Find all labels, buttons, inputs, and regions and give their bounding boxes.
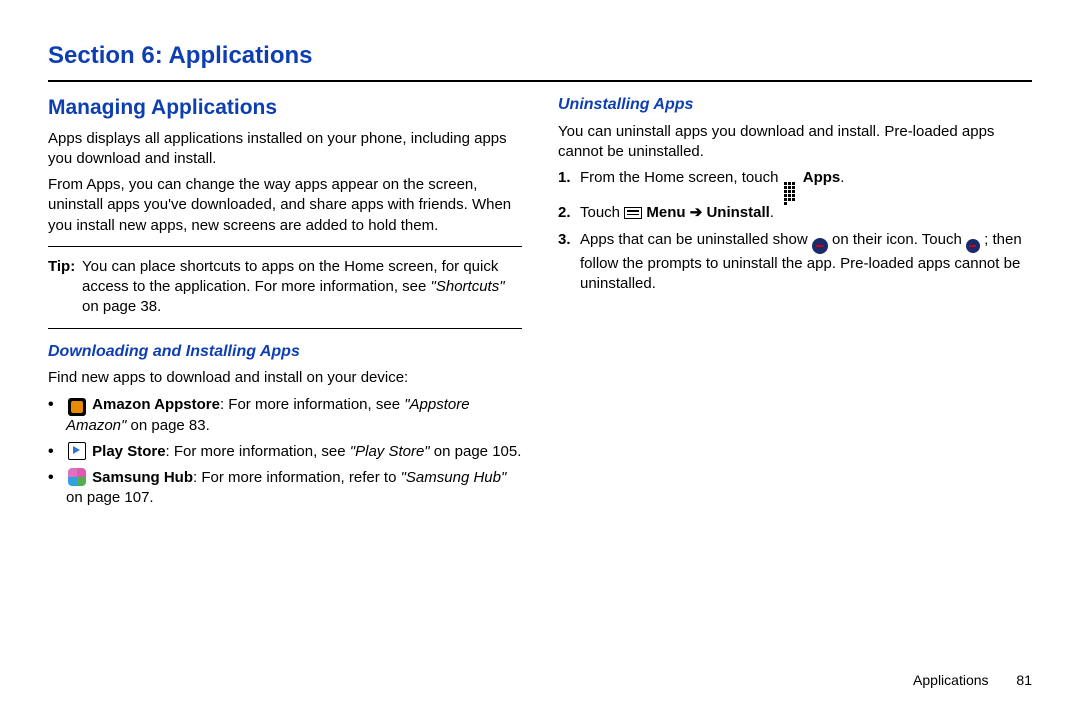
hub-text-a: : For more information, refer to (193, 469, 401, 486)
managing-apps-para-2: From Apps, you can change the way apps a… (48, 175, 522, 236)
tip-block: Tip: You can place shortcuts to apps on … (48, 257, 522, 318)
play-store-icon (68, 442, 86, 460)
section-title: Section 6: Applications (48, 40, 1032, 72)
divider-tip-top (48, 246, 522, 247)
play-ref: "Play Store" (350, 443, 430, 460)
step1-text-a: From the Home screen, touch (580, 169, 783, 186)
uninstall-badge-icon (812, 238, 828, 254)
managing-apps-para-1: Apps displays all applications installed… (48, 129, 522, 170)
divider-top (48, 80, 1032, 82)
app-stores-list: • Amazon Appstore: For more information,… (48, 395, 522, 509)
play-store-name: Play Store (92, 443, 165, 460)
step3-text-b: on their icon. Touch (832, 231, 966, 248)
apps-grid-icon (783, 181, 799, 197)
content-columns: Managing Applications Apps displays all … (48, 92, 1032, 514)
left-column: Managing Applications Apps displays all … (48, 92, 522, 514)
step2-text-a: Touch (580, 204, 624, 221)
step3-text-a: Apps that can be uninstalled show (580, 231, 812, 248)
amazon-text-b: on page 83. (126, 417, 209, 434)
amazon-appstore-name: Amazon Appstore (92, 396, 220, 413)
play-text-a: : For more information, see (166, 443, 350, 460)
tip-body: You can place shortcuts to apps on the H… (82, 257, 522, 318)
tip-text-b: on page 38. (82, 298, 161, 315)
hub-ref: "Samsung Hub" (401, 469, 507, 486)
list-item-play-store: • Play Store: For more information, see … (48, 442, 522, 462)
bullet-icon: • (48, 468, 66, 509)
uninstall-badge-icon (966, 239, 980, 253)
samsung-hub-name: Samsung Hub (92, 469, 193, 486)
amazon-text-a: : For more information, see (220, 396, 404, 413)
downloading-intro: Find new apps to download and install on… (48, 368, 522, 388)
apps-label: Apps (803, 169, 841, 186)
page-footer: Applications 81 (913, 671, 1032, 690)
uninstall-label: Uninstall (706, 204, 769, 221)
list-item-amazon: • Amazon Appstore: For more information,… (48, 395, 522, 436)
step-3: 3. Apps that can be uninstalled show on … (558, 230, 1032, 295)
footer-page-number: 81 (1016, 672, 1032, 688)
tip-label: Tip: (48, 257, 82, 318)
menu-icon (624, 207, 642, 219)
step2-text-d: . (770, 204, 774, 221)
uninstalling-intro: You can uninstall apps you download and … (558, 122, 1032, 163)
samsung-hub-icon (68, 468, 86, 486)
play-text-b: on page 105. (430, 443, 522, 460)
hub-text-b: on page 107. (66, 489, 154, 506)
step-1: 1. From the Home screen, touch Apps. (558, 168, 1032, 197)
arrow-icon: ➔ (686, 204, 707, 221)
divider-tip-bottom (48, 328, 522, 329)
heading-downloading-installing: Downloading and Installing Apps (48, 341, 522, 363)
uninstall-steps: 1. From the Home screen, touch Apps. 2. … (558, 168, 1032, 294)
tip-ref-shortcuts: "Shortcuts" (431, 278, 505, 295)
heading-uninstalling-apps: Uninstalling Apps (558, 94, 1032, 116)
step-number: 1. (558, 168, 580, 197)
heading-managing-applications: Managing Applications (48, 94, 522, 122)
right-column: Uninstalling Apps You can uninstall apps… (558, 92, 1032, 514)
step1-text-c: . (840, 169, 844, 186)
amazon-appstore-icon (68, 398, 86, 416)
menu-label: Menu (646, 204, 685, 221)
list-item-samsung-hub: • Samsung Hub: For more information, ref… (48, 468, 522, 509)
bullet-icon: • (48, 395, 66, 436)
step-number: 3. (558, 230, 580, 295)
footer-section-label: Applications (913, 672, 989, 688)
step-2: 2. Touch Menu ➔ Uninstall. (558, 203, 1032, 223)
step-number: 2. (558, 203, 580, 223)
bullet-icon: • (48, 442, 66, 462)
